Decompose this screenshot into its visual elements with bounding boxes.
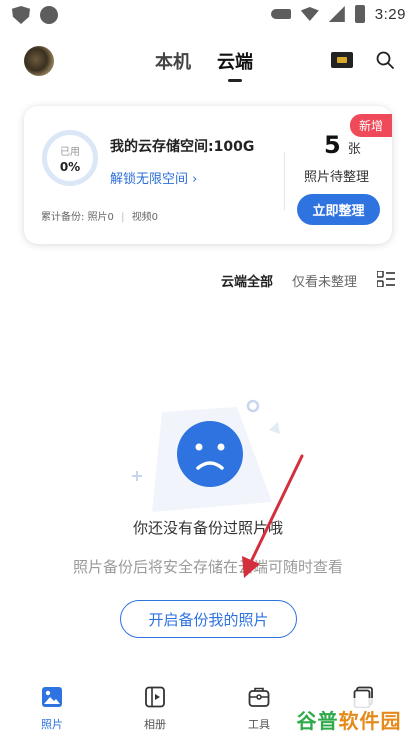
backup-summary-prefix: 累计备份: <box>41 212 85 223</box>
watermark: 谷普 软件园 <box>282 698 416 741</box>
notification-app-icon <box>40 6 58 24</box>
active-tab-indicator <box>228 79 242 82</box>
wifi-icon <box>300 7 319 21</box>
pending-count-number: 5 <box>324 131 341 159</box>
nav-tools[interactable]: 工具 <box>229 686 289 732</box>
empty-state-title: 你还没有备份过照片哦 <box>132 519 283 537</box>
usage-label: 已用 <box>60 147 80 158</box>
backup-video-count: 视频0 <box>131 212 159 223</box>
status-bar: 3:29 <box>0 0 416 30</box>
pending-count: 5 张 <box>324 131 361 159</box>
battery-icon <box>354 5 365 23</box>
toolbox-icon <box>248 687 270 707</box>
avatar[interactable] <box>24 46 54 76</box>
photo-icon <box>42 687 62 707</box>
summary-divider: | <box>121 212 125 223</box>
filter-cloud-all[interactable]: 云端全部 <box>221 271 273 290</box>
nav-albums-label: 相册 <box>144 718 166 731</box>
signal-icon <box>328 6 345 22</box>
usage-ring: 已用 0% <box>42 130 98 186</box>
empty-state-description: 照片备份后将安全存储在云端可随时查看 <box>72 558 343 576</box>
backup-photo-count: 照片0 <box>87 212 114 223</box>
organize-now-button[interactable]: 立即整理 <box>297 194 380 225</box>
watermark-part-b: 软件园 <box>338 709 402 733</box>
watermark-part-a: 谷普 <box>296 709 339 733</box>
storage-title: 我的云存储空间:100G <box>110 139 255 155</box>
album-icon <box>145 686 165 708</box>
vpn-key-icon <box>270 9 291 19</box>
list-view-icon[interactable] <box>377 271 395 287</box>
pending-label: 照片待整理 <box>304 170 370 185</box>
tab-bar: 本机 云端 <box>155 48 253 82</box>
tab-cloud-label: 云端 <box>217 52 253 73</box>
pending-count-unit: 张 <box>347 142 361 157</box>
search-icon[interactable] <box>376 51 394 69</box>
mail-icon[interactable] <box>331 52 353 68</box>
header: 本机 云端 <box>0 42 416 82</box>
tab-cloud[interactable]: 云端 <box>217 48 253 82</box>
nav-tools-label: 工具 <box>248 718 270 731</box>
unlock-unlimited-link[interactable]: 解锁无限空间 › <box>110 168 197 187</box>
nav-photos-label: 照片 <box>41 718 63 731</box>
nav-albums[interactable]: 相册 <box>125 686 185 732</box>
nav-photos[interactable]: 照片 <box>22 686 82 732</box>
storage-card: 已用 0% 我的云存储空间:100G 解锁无限空间 › 累计备份: 照片0 | … <box>24 106 392 244</box>
filter-unsorted-only[interactable]: 仅看未整理 <box>292 271 357 290</box>
filter-bar: 云端全部 仅看未整理 <box>0 268 416 292</box>
card-divider <box>284 152 285 210</box>
start-backup-button[interactable]: 开启备份我的照片 <box>120 600 297 638</box>
status-time: 3:29 <box>374 5 406 23</box>
usage-value: 0% <box>59 160 81 174</box>
backup-summary: 累计备份: 照片0 | 视频0 <box>41 208 158 223</box>
tab-local[interactable]: 本机 <box>155 48 191 74</box>
annotation-arrow <box>242 454 304 578</box>
shield-icon <box>12 6 30 24</box>
